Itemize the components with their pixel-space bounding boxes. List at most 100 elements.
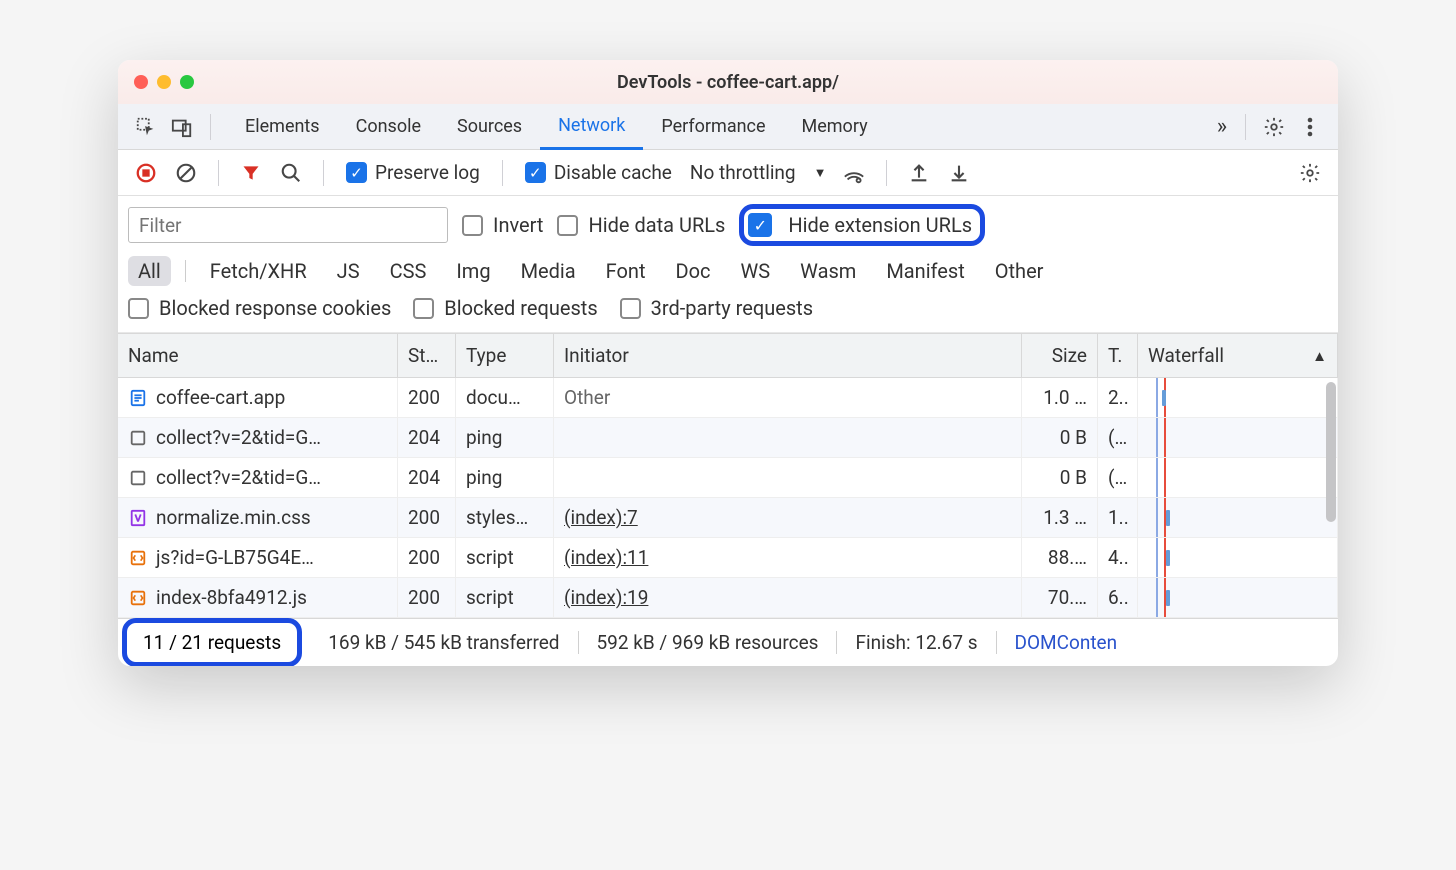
type-filter-wasm[interactable]: Wasm bbox=[790, 256, 866, 286]
type-filter-font[interactable]: Font bbox=[596, 256, 656, 286]
request-initiator bbox=[554, 458, 1022, 497]
tab-sources[interactable]: Sources bbox=[439, 104, 540, 150]
column-time[interactable]: T. bbox=[1098, 334, 1138, 377]
tab-memory[interactable]: Memory bbox=[784, 104, 886, 150]
table-row[interactable]: js?id=G-LB75G4E…200script(index):1188.…4… bbox=[118, 538, 1338, 578]
network-toolbar: ✓ Preserve log ✓ Disable cache No thrott… bbox=[118, 150, 1338, 196]
network-settings-icon[interactable] bbox=[1296, 159, 1324, 187]
request-type: script bbox=[456, 538, 554, 577]
waterfall-marker-line bbox=[1156, 378, 1158, 417]
kebab-menu-icon[interactable] bbox=[1296, 113, 1324, 141]
filter-input[interactable] bbox=[128, 207, 448, 243]
doc-file-icon bbox=[128, 388, 148, 408]
waterfall-load-line bbox=[1164, 458, 1166, 497]
network-conditions-icon[interactable] bbox=[840, 159, 868, 187]
ping-file-icon bbox=[128, 468, 148, 488]
initiator-link[interactable]: (index):11 bbox=[564, 546, 648, 569]
type-filter-all[interactable]: All bbox=[128, 256, 171, 286]
request-time: (… bbox=[1098, 418, 1138, 457]
waterfall-cell bbox=[1138, 418, 1338, 457]
request-name: collect?v=2&tid=G… bbox=[156, 466, 321, 489]
request-size: 0 B bbox=[1022, 458, 1098, 497]
invert-checkbox[interactable]: Invert bbox=[462, 213, 543, 237]
initiator-text: Other bbox=[564, 386, 610, 409]
status-bar: 11 / 21 requests 169 kB / 545 kB transfe… bbox=[118, 618, 1338, 666]
request-type: ping bbox=[456, 458, 554, 497]
type-filter-img[interactable]: Img bbox=[446, 256, 500, 286]
type-filter-media[interactable]: Media bbox=[511, 256, 586, 286]
type-filter-fetchxhr[interactable]: Fetch/XHR bbox=[200, 256, 317, 286]
main-toolbar: Elements Console Sources Network Perform… bbox=[118, 104, 1338, 150]
record-icon[interactable] bbox=[132, 159, 160, 187]
type-filter-doc[interactable]: Doc bbox=[666, 256, 721, 286]
waterfall-bar bbox=[1166, 550, 1170, 566]
request-initiator: Other bbox=[554, 378, 1022, 417]
inspect-element-icon[interactable] bbox=[132, 113, 160, 141]
table-row[interactable]: collect?v=2&tid=G…204ping0 B(… bbox=[118, 418, 1338, 458]
request-type: styles… bbox=[456, 498, 554, 537]
column-initiator[interactable]: Initiator bbox=[554, 334, 1022, 377]
third-party-requests-label: 3rd-party requests bbox=[651, 296, 813, 320]
request-status: 200 bbox=[398, 498, 456, 537]
table-header: Name St… Type Initiator Size T. Waterfal… bbox=[118, 333, 1338, 378]
column-type[interactable]: Type bbox=[456, 334, 554, 377]
tab-network[interactable]: Network bbox=[540, 104, 643, 150]
request-status: 200 bbox=[398, 538, 456, 577]
waterfall-cell bbox=[1138, 378, 1338, 417]
type-filter-css[interactable]: CSS bbox=[380, 256, 437, 286]
checkbox-checked-icon: ✓ bbox=[525, 162, 546, 183]
requests-count: 11 / 21 requests bbox=[143, 631, 281, 654]
type-filter-manifest[interactable]: Manifest bbox=[876, 256, 974, 286]
filter-icon[interactable] bbox=[237, 159, 265, 187]
tab-elements[interactable]: Elements bbox=[227, 104, 338, 150]
tab-console[interactable]: Console bbox=[338, 104, 439, 150]
clear-icon[interactable] bbox=[172, 159, 200, 187]
request-time: 4.. bbox=[1098, 538, 1138, 577]
scrollbar[interactable] bbox=[1326, 382, 1336, 522]
request-size: 88.… bbox=[1022, 538, 1098, 577]
waterfall-cell bbox=[1138, 538, 1338, 577]
tab-performance[interactable]: Performance bbox=[643, 104, 783, 150]
table-row[interactable]: normalize.min.css200styles…(index):71.3 … bbox=[118, 498, 1338, 538]
throttling-select[interactable]: No throttling ▼ bbox=[684, 161, 833, 184]
initiator-link[interactable]: (index):19 bbox=[564, 586, 648, 609]
type-filter-ws[interactable]: WS bbox=[731, 256, 781, 286]
js-file-icon bbox=[128, 548, 148, 568]
upload-har-icon[interactable] bbox=[905, 159, 933, 187]
waterfall-cell bbox=[1138, 578, 1338, 617]
type-filter-js[interactable]: JS bbox=[327, 256, 370, 286]
type-filter-other[interactable]: Other bbox=[985, 256, 1054, 286]
download-har-icon[interactable] bbox=[945, 159, 973, 187]
domcontentloaded-time[interactable]: DOMConten bbox=[997, 631, 1136, 654]
table-row[interactable]: index-8bfa4912.js200script(index):1970.…… bbox=[118, 578, 1338, 618]
search-icon[interactable] bbox=[277, 159, 305, 187]
disable-cache-checkbox[interactable]: ✓ Disable cache bbox=[517, 161, 680, 184]
waterfall-marker-line bbox=[1156, 538, 1158, 577]
initiator-link[interactable]: (index):7 bbox=[564, 506, 638, 529]
settings-icon[interactable] bbox=[1260, 113, 1288, 141]
window-title: DevTools - coffee-cart.app/ bbox=[118, 72, 1338, 93]
third-party-requests-checkbox[interactable]: 3rd-party requests bbox=[620, 296, 813, 320]
blocked-requests-checkbox[interactable]: Blocked requests bbox=[413, 296, 597, 320]
request-time: (… bbox=[1098, 458, 1138, 497]
table-row[interactable]: coffee-cart.app200docu…Other1.0 …2.. bbox=[118, 378, 1338, 418]
request-time: 6.. bbox=[1098, 578, 1138, 617]
more-tabs-icon[interactable]: » bbox=[1209, 114, 1235, 139]
waterfall-marker-line bbox=[1156, 498, 1158, 537]
table-row[interactable]: collect?v=2&tid=G…204ping0 B(… bbox=[118, 458, 1338, 498]
preserve-log-checkbox[interactable]: ✓ Preserve log bbox=[338, 161, 488, 184]
chevron-down-icon: ▼ bbox=[814, 165, 827, 181]
column-name[interactable]: Name bbox=[118, 334, 398, 377]
blocked-response-cookies-checkbox[interactable]: Blocked response cookies bbox=[128, 296, 391, 320]
finish-time: Finish: 12.67 s bbox=[837, 631, 996, 654]
transferred-size: 169 kB / 545 kB transferred bbox=[310, 631, 578, 654]
column-status[interactable]: St… bbox=[398, 334, 456, 377]
request-status: 204 bbox=[398, 418, 456, 457]
column-size[interactable]: Size bbox=[1022, 334, 1098, 377]
waterfall-cell bbox=[1138, 458, 1338, 497]
request-status: 200 bbox=[398, 578, 456, 617]
hide-extension-urls-checkbox[interactable]: ✓Hide extension URLs bbox=[748, 213, 972, 237]
device-toolbar-icon[interactable] bbox=[168, 113, 196, 141]
hide-data-urls-checkbox[interactable]: Hide data URLs bbox=[557, 213, 725, 237]
column-waterfall[interactable]: Waterfall▲ bbox=[1138, 334, 1338, 377]
